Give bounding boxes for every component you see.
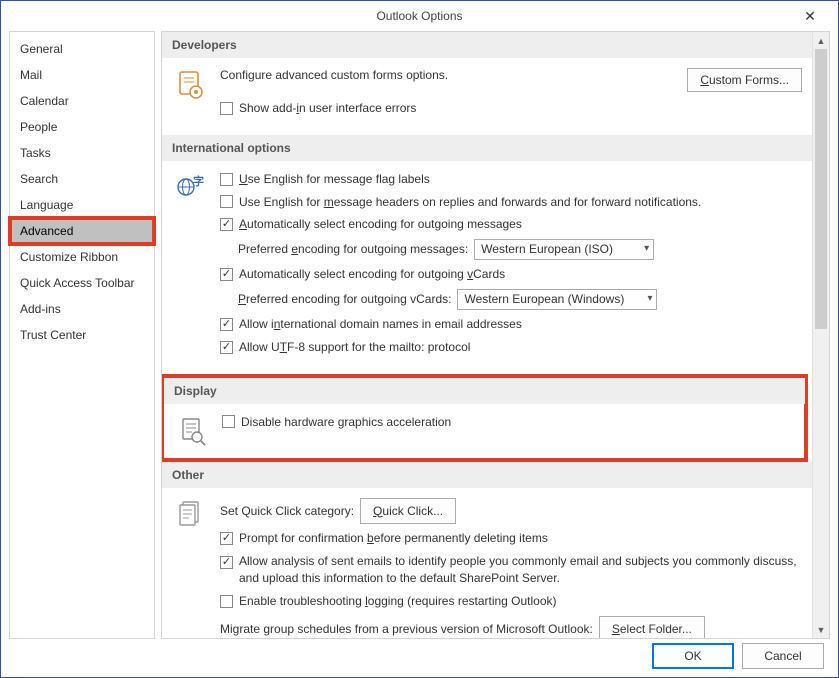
document-magnify-icon: [178, 414, 210, 446]
scroll-thumb[interactable]: [815, 49, 827, 329]
section-header-international: International options: [162, 135, 812, 161]
dialog-footer: OK Cancel: [652, 643, 824, 669]
content-panel: Developers Configure advanced custom for…: [162, 32, 812, 638]
prompt-delete-checkbox[interactable]: [220, 532, 233, 545]
preferred-encoding-messages-select[interactable]: Western European (ISO): [474, 239, 654, 260]
english-headers-checkbox[interactable]: [220, 195, 233, 208]
auto-encoding-messages-label: Automatically select encoding for outgoi…: [239, 216, 522, 233]
vertical-scrollbar[interactable]: ▲ ▼: [812, 32, 829, 638]
sidebar-item-tasks[interactable]: Tasks: [10, 140, 154, 166]
cancel-button[interactable]: Cancel: [742, 643, 824, 669]
form-gear-icon: [176, 68, 208, 123]
sidebar-item-mail[interactable]: Mail: [10, 62, 154, 88]
migrate-schedules-label: Migrate group schedules from a previous …: [220, 621, 593, 638]
sidebar-item-addins[interactable]: Add-ins: [10, 296, 154, 322]
show-addin-errors-label: Show add-in user interface errors: [239, 100, 416, 117]
sidebar: General Mail Calendar People Tasks Searc…: [9, 31, 155, 639]
sidebar-item-search[interactable]: Search: [10, 166, 154, 192]
show-addin-errors-checkbox[interactable]: [220, 102, 233, 115]
utf8-mailto-label: Allow UTF-8 support for the mailto: prot…: [239, 339, 470, 356]
utf8-mailto-checkbox[interactable]: [220, 341, 233, 354]
quick-click-button[interactable]: Quick Click...: [360, 498, 456, 525]
disable-hardware-accel-checkbox[interactable]: [222, 415, 235, 428]
sidebar-item-calendar[interactable]: Calendar: [10, 88, 154, 114]
sidebar-item-language[interactable]: Language: [10, 192, 154, 218]
english-headers-label: Use English for message headers on repli…: [239, 194, 701, 211]
quick-click-label: Set Quick Click category:: [220, 503, 354, 520]
sidebar-item-trust-center[interactable]: Trust Center: [10, 322, 154, 348]
svg-text:字: 字: [193, 174, 204, 188]
english-flag-labels-label: Use English for message flag labels: [239, 171, 430, 188]
idn-checkbox[interactable]: [220, 318, 233, 331]
sidebar-item-advanced[interactable]: Advanced: [10, 218, 154, 244]
custom-forms-button[interactable]: Custom Forms...: [687, 68, 802, 92]
preferred-encoding-vcards-select[interactable]: Western European (Windows): [457, 289, 657, 310]
english-flag-labels-checkbox[interactable]: [220, 173, 233, 186]
window-title: Outlook Options: [376, 9, 462, 23]
allow-analysis-checkbox[interactable]: [220, 556, 233, 569]
globe-translate-icon: 字: [176, 171, 208, 362]
sidebar-item-general[interactable]: General: [10, 36, 154, 62]
auto-encoding-vcards-label: Automatically select encoding for outgoi…: [239, 266, 505, 283]
configure-forms-label: Configure advanced custom forms options.: [220, 68, 448, 82]
auto-encoding-vcards-checkbox[interactable]: [220, 268, 233, 281]
select-folder-button[interactable]: Select Folder...: [599, 616, 705, 638]
section-header-other: Other: [162, 462, 812, 488]
idn-label: Allow international domain names in emai…: [239, 316, 522, 333]
close-button[interactable]: ✕: [790, 5, 830, 27]
titlebar: Outlook Options ✕: [1, 1, 838, 31]
troubleshoot-logging-checkbox[interactable]: [220, 595, 233, 608]
sidebar-item-qat[interactable]: Quick Access Toolbar: [10, 270, 154, 296]
scroll-up-arrow-icon[interactable]: ▲: [813, 32, 829, 49]
section-header-developers: Developers: [162, 32, 812, 58]
disable-hardware-accel-label: Disable hardware graphics acceleration: [241, 414, 451, 431]
documents-icon: [176, 498, 208, 638]
ok-button[interactable]: OK: [652, 643, 734, 669]
troubleshoot-logging-label: Enable troubleshooting logging (requires…: [239, 593, 557, 610]
preferred-encoding-vcards-label: Preferred encoding for outgoing vCards:: [238, 291, 451, 308]
section-header-display: Display: [164, 378, 805, 404]
scroll-down-arrow-icon[interactable]: ▼: [813, 621, 829, 638]
sidebar-item-customize-ribbon[interactable]: Customize Ribbon: [10, 244, 154, 270]
display-section-highlight: Display Disable hardware graphics accele…: [162, 374, 808, 462]
sidebar-item-people[interactable]: People: [10, 114, 154, 140]
prompt-delete-label: Prompt for confirmation before permanent…: [239, 530, 548, 547]
auto-encoding-messages-checkbox[interactable]: [220, 218, 233, 231]
allow-analysis-label: Allow analysis of sent emails to identif…: [239, 553, 802, 587]
preferred-encoding-messages-label: Preferred encoding for outgoing messages…: [238, 241, 468, 258]
